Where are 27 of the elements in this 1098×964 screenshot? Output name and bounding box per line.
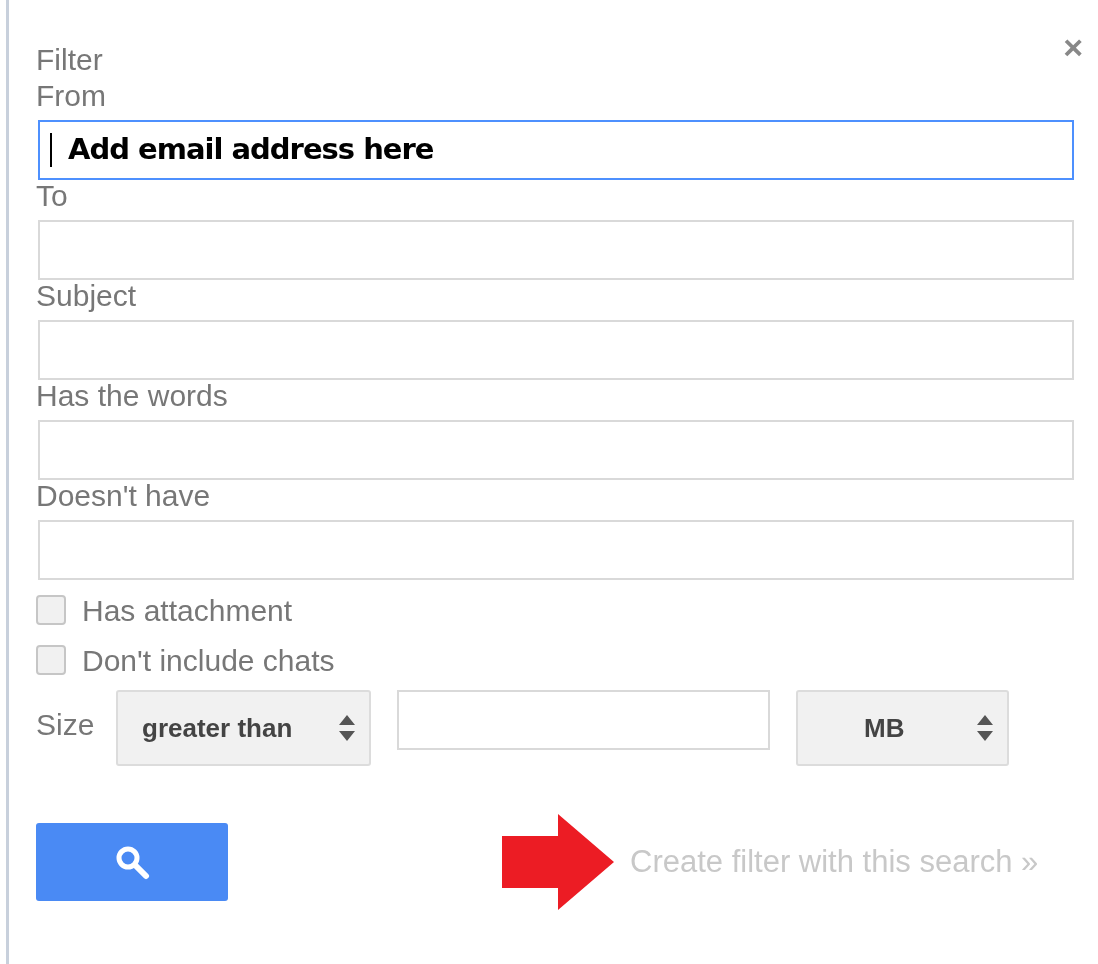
input-field[interactable] <box>38 420 1074 480</box>
checkbox-label: Has attachment <box>82 592 293 629</box>
field-label: From <box>36 78 107 114</box>
field-label: Subject <box>36 278 138 314</box>
input-field[interactable] <box>38 320 1074 380</box>
input-field[interactable] <box>38 220 1074 280</box>
input-field[interactable]: Add email address here <box>38 120 1074 180</box>
search-button[interactable] <box>36 823 228 901</box>
checkbox-label: Don't include chats <box>82 642 335 679</box>
comparison-select[interactable]: greater than <box>116 690 371 766</box>
size-input[interactable] <box>397 690 770 750</box>
sort-arrows-icon <box>337 713 357 743</box>
field-label: Doesn't have <box>36 478 212 514</box>
input-field[interactable] <box>38 520 1074 580</box>
checkbox[interactable] <box>36 645 66 675</box>
field-label: Has the words <box>36 378 229 414</box>
close-button[interactable]: × <box>1063 30 1083 64</box>
dialog-title: Filter <box>36 42 103 78</box>
checkbox[interactable] <box>36 595 66 625</box>
sort-arrows-icon <box>975 713 995 743</box>
unit-value: MB <box>864 711 905 745</box>
comparison-value: greater than <box>142 711 293 745</box>
search-icon <box>114 844 150 880</box>
unit-select[interactable]: MB <box>796 690 1009 766</box>
field-label: To <box>36 178 69 214</box>
field-value: Add email address here <box>68 131 434 169</box>
size-label: Size <box>36 707 96 743</box>
